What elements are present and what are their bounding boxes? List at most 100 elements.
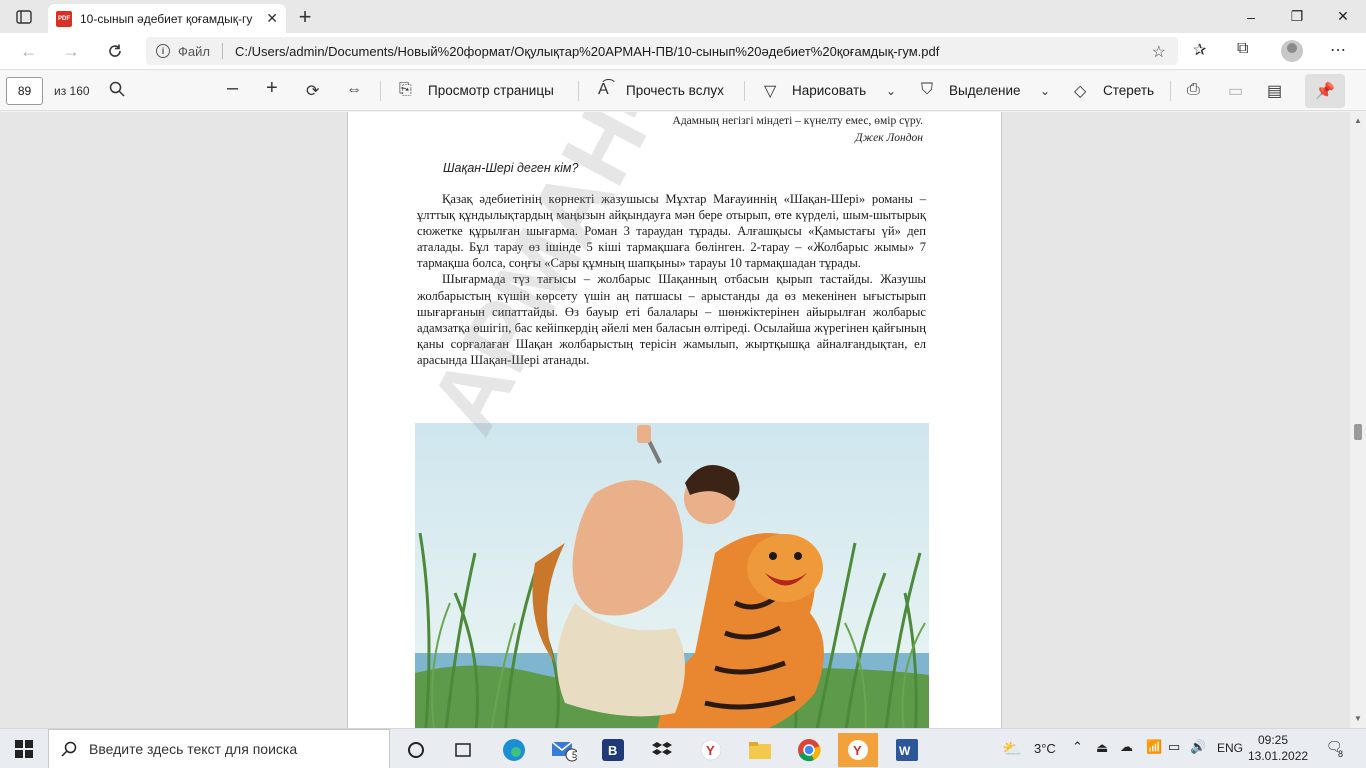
edge-icon[interactable] xyxy=(494,733,534,767)
navigation-bar: ← → i Файл C:/Users/admin/Documents/Новы… xyxy=(0,33,1366,70)
cortana-icon[interactable] xyxy=(396,733,436,767)
dropbox-icon[interactable] xyxy=(642,733,682,767)
svg-text:Y: Y xyxy=(853,743,862,758)
weather-icon[interactable]: ⛅ xyxy=(1002,739,1022,759)
mail-icon[interactable]: 5 xyxy=(544,733,584,767)
info-icon[interactable]: i xyxy=(156,44,170,58)
epigraph-quote: Адамның негізгі міндеті – күнелту емес, … xyxy=(672,115,923,127)
booking-icon[interactable]: B xyxy=(593,733,633,767)
page-view-icon[interactable]: ⎘ xyxy=(399,81,412,99)
collections-icon[interactable]: ⧉ xyxy=(1237,40,1248,58)
body-text: Қазақ әдебиетінің көрнекті жазушысы Мұхт… xyxy=(417,191,926,368)
page-total: из 160 xyxy=(54,84,90,98)
pdf-viewer: Адамның негізгі міндеті – күнелту емес, … xyxy=(0,112,1366,728)
draw-icon[interactable]: ▽ xyxy=(764,81,776,101)
address-bar[interactable]: i Файл C:/Users/admin/Documents/Новый%20… xyxy=(146,37,1178,65)
svg-text:W: W xyxy=(899,744,911,758)
svg-text:B: B xyxy=(608,743,617,758)
fit-width-icon[interactable]: ⇔ xyxy=(346,81,362,99)
network-icon[interactable]: 📶 xyxy=(1146,739,1162,755)
language-indicator[interactable]: ENG xyxy=(1217,741,1243,755)
forward-button[interactable]: → xyxy=(56,37,86,65)
favorites-icon[interactable]: ✰ xyxy=(1193,40,1206,60)
taskbar-search-input[interactable]: Введите здесь текст для поиска xyxy=(48,729,390,768)
usb-icon[interactable]: ⏏ xyxy=(1096,740,1108,756)
pdf-icon: PDF xyxy=(56,10,72,27)
epigraph: Адамның негізгі міндеті – күнелту емес, … xyxy=(673,113,923,147)
zoom-in-icon[interactable]: + xyxy=(266,77,278,100)
chevron-down-icon[interactable]: ⌄ xyxy=(1040,84,1050,98)
epigraph-author: Джек Лондон xyxy=(855,132,923,144)
url-text[interactable]: C:/Users/admin/Documents/Новый%20формат/… xyxy=(235,44,939,59)
onedrive-icon[interactable]: ☁ xyxy=(1120,739,1133,755)
search-icon xyxy=(61,741,77,757)
more-menu-icon[interactable]: ⋯ xyxy=(1330,40,1346,60)
add-favorite-icon[interactable]: ☆ xyxy=(1152,42,1166,62)
battery-icon[interactable]: ▭ xyxy=(1168,739,1180,755)
close-window-button[interactable]: ✕ xyxy=(1320,0,1366,33)
tab-title: 10-сынып әдебиет қоғамдық-гу xyxy=(80,11,253,26)
save-as-icon[interactable]: ▤ xyxy=(1267,81,1282,101)
highlight-button[interactable]: Выделение xyxy=(949,83,1021,98)
erase-button[interactable]: Стереть xyxy=(1103,83,1154,98)
new-tab-button[interactable]: + xyxy=(292,4,318,30)
clock-time: 09:25 xyxy=(1257,733,1289,747)
mail-badge: 5 xyxy=(572,750,578,760)
windows-start-icon[interactable] xyxy=(0,729,48,768)
separator xyxy=(578,81,579,101)
scroll-up-icon[interactable]: ▲ xyxy=(1354,116,1362,125)
tab-strip: PDF 10-сынып әдебиет қоғамдық-гу ✕ + – ❐… xyxy=(0,0,1366,33)
notification-count: 8 xyxy=(1338,749,1344,759)
separator xyxy=(1170,81,1171,101)
scroll-down-icon[interactable]: ▼ xyxy=(1354,714,1362,723)
illustration-man-fighting-tiger xyxy=(415,423,929,728)
search-icon[interactable] xyxy=(109,81,125,102)
file-explorer-icon[interactable] xyxy=(740,733,780,767)
profile-avatar[interactable] xyxy=(1281,40,1303,62)
draw-button[interactable]: Нарисовать xyxy=(792,83,866,98)
word-icon[interactable]: W xyxy=(887,733,927,767)
print-icon[interactable]: ⎙ xyxy=(1187,81,1200,99)
read-aloud-icon[interactable]: A͡ xyxy=(598,81,609,99)
yandex-icon[interactable]: Y xyxy=(691,733,731,767)
weather-temperature[interactable]: 3°C xyxy=(1034,741,1056,756)
clock[interactable]: 09:25 13.01.2022 xyxy=(1248,732,1309,764)
pdf-page: Адамның негізгі міндеті – күнелту емес, … xyxy=(347,112,1002,728)
paragraph: Қазақ әдебиетінің көрнекті жазушысы Мұхт… xyxy=(417,192,926,271)
show-hidden-icons-icon[interactable]: ⌃ xyxy=(1072,739,1083,755)
site-label: Файл xyxy=(178,43,210,59)
highlight-icon[interactable]: ⛉ xyxy=(921,81,933,99)
chrome-icon[interactable] xyxy=(789,733,829,767)
volume-icon[interactable]: 🔊 xyxy=(1190,739,1206,755)
pdf-toolbar: 89 из 160 – + ⟳ ⇔ ⎘ Просмотр страницы A͡… xyxy=(0,71,1366,111)
taskbar: Введите здесь текст для поиска 5 B Y Y W… xyxy=(0,728,1366,768)
zoom-out-icon[interactable]: – xyxy=(227,77,238,100)
page-number-input[interactable]: 89 xyxy=(6,77,43,105)
clock-date: 13.01.2022 xyxy=(1248,749,1309,763)
task-view-icon[interactable] xyxy=(443,733,483,767)
refresh-button[interactable] xyxy=(100,37,130,65)
page-view-button[interactable]: Просмотр страницы xyxy=(428,83,554,98)
browser-tab[interactable]: PDF 10-сынып әдебиет қоғамдық-гу ✕ xyxy=(48,4,286,33)
close-tab-icon[interactable]: ✕ xyxy=(266,10,278,27)
rotate-icon[interactable]: ⟳ xyxy=(306,81,319,101)
scrollbar-thumb[interactable] xyxy=(1354,424,1362,440)
read-aloud-button[interactable]: Прочесть вслух xyxy=(626,83,724,98)
yandex-browser-icon[interactable]: Y xyxy=(838,733,878,767)
svg-text:Y: Y xyxy=(706,743,715,758)
tab-actions-icon[interactable] xyxy=(8,5,40,29)
chevron-down-icon[interactable]: ⌄ xyxy=(886,84,896,98)
separator xyxy=(221,43,223,59)
save-icon[interactable]: ▭ xyxy=(1228,81,1243,101)
separator xyxy=(744,81,745,101)
search-placeholder: Введите здесь текст для поиска xyxy=(89,741,298,757)
eraser-icon[interactable]: ◇ xyxy=(1074,81,1086,101)
separator xyxy=(380,81,381,101)
back-button[interactable]: ← xyxy=(14,37,44,65)
section-question: Шақан-Шері деген кім? xyxy=(443,161,579,175)
pin-toolbar-icon[interactable]: 📌 xyxy=(1305,74,1345,108)
minimize-button[interactable]: – xyxy=(1228,0,1274,33)
vertical-scrollbar[interactable]: ▲ ▼ xyxy=(1350,112,1366,728)
paragraph: Шығармада түз тағысы – жолбарыс Шақанның… xyxy=(417,272,926,367)
maximize-button[interactable]: ❐ xyxy=(1274,0,1320,33)
